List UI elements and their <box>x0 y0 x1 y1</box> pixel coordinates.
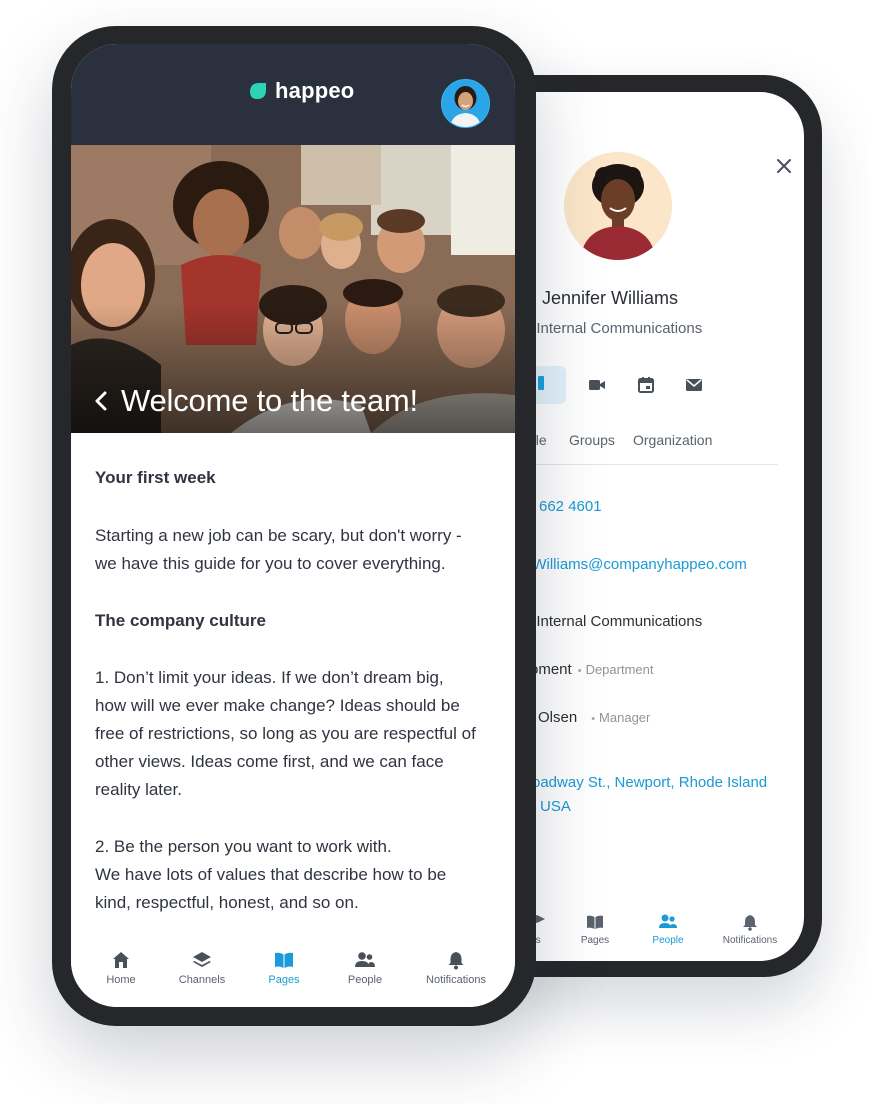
bell-icon <box>743 915 757 931</box>
profile-avatar <box>564 152 672 260</box>
calendar-icon[interactable] <box>636 375 656 395</box>
paragraph-line: 1. Don’t limit your ideas. If we don’t d… <box>95 668 444 687</box>
layers-icon <box>193 952 211 967</box>
app-header: happeo <box>71 44 515 145</box>
paragraph-line: 2. Be the person you want to work with. <box>95 837 392 856</box>
tabs-divider <box>526 464 778 465</box>
nav-label: Pages <box>268 974 300 986</box>
happeo-leaf-icon <box>250 83 266 99</box>
bell-icon <box>448 952 464 970</box>
paragraph-line: free of restrictions, so long as you are… <box>95 724 476 743</box>
nav-label: Notifications <box>722 935 778 946</box>
book-icon <box>275 952 293 968</box>
nav-label: Channels <box>178 974 226 986</box>
nav-label: People <box>347 974 383 986</box>
department-label: Department <box>585 662 654 677</box>
page-title: Welcome to the team! <box>121 383 418 418</box>
nav-pages[interactable]: Pages <box>244 950 324 986</box>
pages-screen: happeo Welcome to the team! Your first w… <box>71 44 515 1007</box>
close-icon[interactable] <box>774 156 794 176</box>
heading-company-culture: The company culture <box>95 611 266 630</box>
book-icon <box>587 915 603 929</box>
profile-name: Jennifer Williams <box>542 288 679 308</box>
nav-people[interactable]: People <box>325 950 405 986</box>
paragraph-line: kind, respectful, honest, and so on. <box>95 893 359 912</box>
nav-people[interactable]: People <box>633 913 703 946</box>
hero-image: Welcome to the team! <box>71 145 515 433</box>
pages-phone: happeo Welcome to the team! Your first w… <box>52 26 536 1026</box>
separator-dot: • <box>591 713 596 725</box>
position-value: f Internal Communications <box>528 613 703 630</box>
paragraph-line: Starting a new job can be scary, but don… <box>95 526 462 545</box>
people-icon <box>659 914 677 928</box>
user-avatar[interactable] <box>441 79 490 128</box>
nav-home[interactable]: Home <box>81 950 161 986</box>
heading-first-week: Your first week <box>95 468 216 487</box>
chat-icon <box>538 376 544 390</box>
address-line-1[interactable]: oadway St., Newport, Rhode Island <box>532 774 767 791</box>
tab-organization[interactable]: Organization <box>633 432 712 448</box>
paragraph-line: we have this guide for you to cover ever… <box>95 554 446 573</box>
paragraph-line: We have lots of values that describe how… <box>95 865 447 884</box>
address-line-2[interactable]: USA <box>540 798 571 815</box>
paragraph-line: how will we ever make change? Ideas shou… <box>95 696 460 715</box>
nav-notifications[interactable]: Notifications <box>715 913 785 946</box>
video-icon[interactable] <box>587 375 607 395</box>
tab-groups[interactable]: Groups <box>569 432 615 448</box>
home-icon <box>113 952 129 968</box>
phone-link[interactable]: 662 4601 <box>539 498 602 515</box>
nav-notifications[interactable]: Notifications <box>416 950 496 986</box>
profile-title: f Internal Communications <box>528 320 703 337</box>
people-icon <box>355 952 375 967</box>
article-body: Your first week Starting a new job can b… <box>95 464 499 917</box>
manager-value[interactable]: Olsen <box>538 709 577 726</box>
profile-avatar-image <box>564 152 672 260</box>
paragraph-line: other views. Ideas come first, and we ca… <box>95 752 444 771</box>
separator-dot: • <box>577 665 582 677</box>
department-row: oment • Department <box>530 661 653 679</box>
paragraph-line: reality later. <box>95 780 182 799</box>
nav-label: People <box>652 935 684 946</box>
nav-label: Notifications <box>426 974 486 986</box>
brand-logo[interactable]: happeo <box>247 76 354 106</box>
mail-icon[interactable] <box>684 375 704 395</box>
back-chevron-icon[interactable] <box>93 390 109 412</box>
nav-label: Pages <box>580 935 610 946</box>
manager-label: Manager <box>599 710 651 725</box>
nav-pages[interactable]: Pages <box>560 913 630 946</box>
nav-label: Home <box>106 974 136 986</box>
user-avatar-image <box>442 80 489 127</box>
brand-name: happeo <box>275 78 355 103</box>
manager-row: Olsen • Manager <box>538 709 650 727</box>
nav-channels[interactable]: Channels <box>162 950 242 986</box>
department-value: oment <box>530 661 572 678</box>
bottom-nav: Home Channels Pages People Notifications <box>71 944 515 1007</box>
email-link[interactable]: r.Williams@companyhappeo.com <box>524 556 747 573</box>
